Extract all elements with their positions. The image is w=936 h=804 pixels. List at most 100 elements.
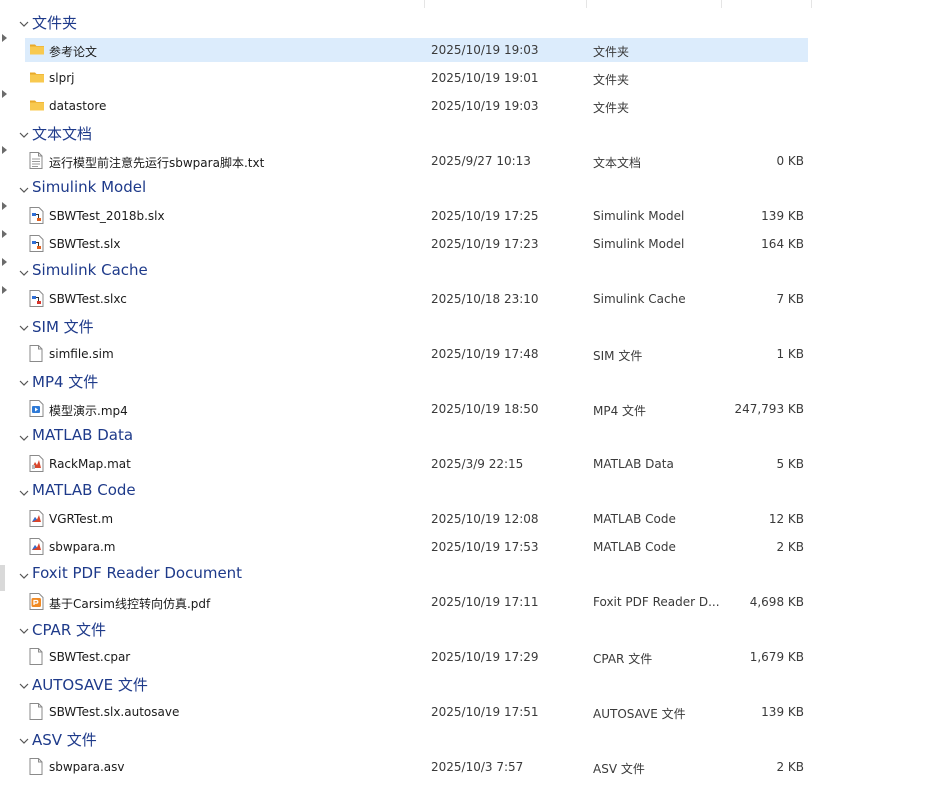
date-modified: 2025/10/19 17:51 [431, 705, 539, 719]
group-title: MP4 文件 [32, 373, 99, 391]
date-modified: 2025/10/19 17:29 [431, 650, 539, 664]
date-modified: 2025/10/19 17:25 [431, 209, 539, 223]
blank-file-icon [29, 648, 45, 666]
file-size: 2 KB [776, 760, 804, 774]
date-modified: 2025/10/19 17:48 [431, 347, 539, 361]
file-size: 5 KB [776, 457, 804, 471]
file-name: VGRTest.m [49, 512, 114, 526]
matlab-code-icon [29, 538, 45, 556]
group-header[interactable]: MATLAB Code [0, 479, 936, 506]
group-title: MATLAB Code [32, 481, 136, 499]
file-row[interactable]: RackMap.mat 2025/3/9 22:15 MATLAB Data 5 KB [0, 451, 936, 479]
chevron-down-icon[interactable] [18, 376, 30, 388]
file-size: 1,679 KB [749, 650, 804, 664]
group-header[interactable]: MATLAB Data [0, 424, 936, 451]
file-type: ASV 文件 [593, 762, 645, 776]
column-divider[interactable] [721, 0, 722, 8]
chevron-down-icon[interactable] [18, 183, 30, 195]
file-type: SIM 文件 [593, 349, 643, 363]
group-header[interactable]: CPAR 文件 [0, 617, 936, 644]
group-header[interactable]: Simulink Cache [0, 259, 936, 286]
file-row[interactable]: simfile.sim 2025/10/19 17:48 SIM 文件 1 KB [0, 341, 936, 369]
group-header[interactable]: Simulink Model [0, 176, 936, 203]
file-type: Simulink Model [593, 237, 685, 251]
group-header[interactable]: ASV 文件 [0, 727, 936, 754]
group-title: AUTOSAVE 文件 [32, 676, 148, 694]
blank-file-icon [29, 345, 45, 363]
date-modified: 2025/10/19 19:03 [431, 99, 539, 113]
file-type: MP4 文件 [593, 404, 647, 418]
chevron-down-icon[interactable] [18, 128, 30, 140]
file-row[interactable]: 基于Carsim线控转向仿真.pdf 2025/10/19 17:11 Foxit … [0, 589, 936, 617]
file-row[interactable]: slprj 2025/10/19 19:01 文件夹 [0, 65, 936, 93]
file-name: sbwpara.asv [49, 760, 125, 774]
file-type: CPAR 文件 [593, 652, 653, 666]
chevron-down-icon[interactable] [18, 266, 30, 278]
date-modified: 2025/9/27 10:13 [431, 154, 531, 168]
file-row[interactable]: SBWTest.slx 2025/10/19 17:23 Simulink Mode… [0, 231, 936, 259]
chevron-down-icon[interactable] [18, 569, 30, 581]
file-row[interactable]: 模型演示.mp4 2025/10/19 18:50 MP4 文件 247,793 KB [0, 396, 936, 424]
chevron-down-icon[interactable] [18, 431, 30, 443]
file-name: 参考论文 [49, 45, 98, 59]
file-name: SBWTest_2018b.slx [49, 209, 165, 223]
group-title: Foxit PDF Reader Document [32, 564, 243, 582]
file-name: RackMap.mat [49, 457, 131, 471]
file-row[interactable]: SBWTest.slx.autosave 2025/10/19 17:51 AUTO… [0, 699, 936, 727]
date-modified: 2025/10/19 17:11 [431, 595, 539, 609]
chevron-down-icon[interactable] [18, 17, 30, 29]
group-header[interactable]: AUTOSAVE 文件 [0, 672, 936, 699]
simulink-model-icon [29, 235, 45, 253]
simulink-model-icon [29, 207, 45, 225]
file-type: MATLAB Code [593, 540, 676, 554]
group-header[interactable]: SIM 文件 [0, 314, 936, 341]
column-divider[interactable] [811, 0, 812, 8]
group-title: ASV 文件 [32, 731, 97, 749]
simulink-cache-icon [29, 290, 45, 308]
file-size: 1 KB [776, 347, 804, 361]
file-type: 文件夹 [593, 101, 630, 115]
group-header[interactable]: Foxit PDF Reader Document [0, 562, 936, 589]
file-type: MATLAB Code [593, 512, 676, 526]
group-title: CPAR 文件 [32, 621, 107, 639]
file-type: 文本文档 [593, 156, 642, 170]
date-modified: 2025/10/18 23:10 [431, 292, 539, 306]
file-row[interactable]: datastore 2025/10/19 19:03 文件夹 [0, 93, 936, 121]
group-header[interactable]: 文本文档 [0, 121, 936, 148]
file-name: 基于Carsim线控转向仿真.pdf [49, 597, 211, 611]
column-divider[interactable] [586, 0, 587, 8]
file-name: 运行模型前注意先运行sbwpara脚本.txt [49, 156, 265, 170]
file-list: 文件夹 参考论文 2025/10/19 19:03 文件夹 slprj 2025/10/1… [0, 10, 936, 782]
file-row[interactable]: sbwpara.asv 2025/10/3 7:57 ASV 文件 2 KB [0, 754, 936, 782]
file-row[interactable]: sbwpara.m 2025/10/19 17:53 MATLAB Code 2 KB [0, 534, 936, 562]
file-name: datastore [49, 99, 107, 113]
file-name: simfile.sim [49, 347, 114, 361]
chevron-down-icon[interactable] [18, 734, 30, 746]
file-row[interactable]: SBWTest.slxc 2025/10/18 23:10 Simulink Cac… [0, 286, 936, 314]
file-row[interactable]: 参考论文 2025/10/19 19:03 文件夹 [0, 37, 936, 65]
group-header[interactable]: 文件夹 [0, 10, 936, 37]
column-divider[interactable] [424, 0, 425, 8]
text-file-icon [29, 152, 45, 170]
file-name: sbwpara.m [49, 540, 116, 554]
chevron-down-icon[interactable] [18, 624, 30, 636]
file-type: 文件夹 [593, 45, 630, 59]
file-type: Simulink Cache [593, 292, 686, 306]
group-title: Simulink Model [32, 178, 147, 196]
chevron-down-icon[interactable] [18, 321, 30, 333]
chevron-down-icon[interactable] [18, 486, 30, 498]
file-row[interactable]: VGRTest.m 2025/10/19 12:08 MATLAB Code 12 K… [0, 506, 936, 534]
file-row[interactable]: SBWTest.cpar 2025/10/19 17:29 CPAR 文件 1,679… [0, 644, 936, 672]
file-type: Simulink Model [593, 209, 685, 223]
blank-file-icon [29, 758, 45, 776]
chevron-down-icon[interactable] [18, 679, 30, 691]
file-row[interactable]: 运行模型前注意先运行sbwpara脚本.txt 2025/9/27 10:13 文本… [0, 148, 936, 176]
file-name: SBWTest.slxc [49, 292, 127, 306]
file-type: 文件夹 [593, 73, 630, 87]
file-name: SBWTest.cpar [49, 650, 131, 664]
file-size: 2 KB [776, 540, 804, 554]
group-header[interactable]: MP4 文件 [0, 369, 936, 396]
file-size: 139 KB [761, 209, 804, 223]
date-modified: 2025/10/19 18:50 [431, 402, 539, 416]
file-row[interactable]: SBWTest_2018b.slx 2025/10/19 17:25 Simulin… [0, 203, 936, 231]
